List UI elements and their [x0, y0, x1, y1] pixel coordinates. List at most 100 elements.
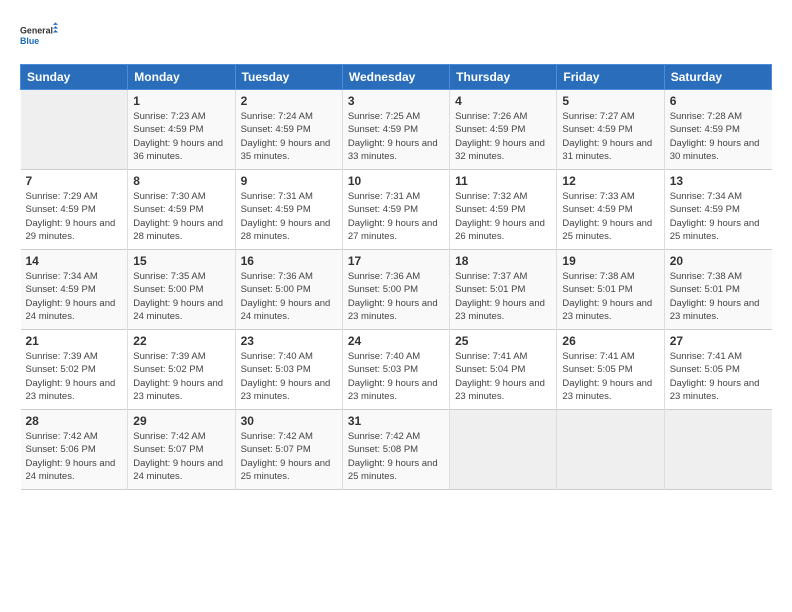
day-number: 28	[26, 414, 123, 428]
calendar-cell	[557, 410, 664, 490]
logo-svg: General Blue	[20, 16, 58, 54]
day-info: Sunrise: 7:27 AMSunset: 4:59 PMDaylight:…	[562, 111, 652, 162]
day-number: 1	[133, 94, 229, 108]
week-row-4: 21 Sunrise: 7:39 AMSunset: 5:02 PMDaylig…	[21, 330, 772, 410]
day-info: Sunrise: 7:42 AMSunset: 5:07 PMDaylight:…	[133, 431, 223, 482]
calendar-cell: 2 Sunrise: 7:24 AMSunset: 4:59 PMDayligh…	[235, 90, 342, 170]
calendar-cell: 11 Sunrise: 7:32 AMSunset: 4:59 PMDaylig…	[450, 170, 557, 250]
week-row-3: 14 Sunrise: 7:34 AMSunset: 4:59 PMDaylig…	[21, 250, 772, 330]
day-info: Sunrise: 7:31 AMSunset: 4:59 PMDaylight:…	[348, 191, 438, 242]
calendar-cell: 7 Sunrise: 7:29 AMSunset: 4:59 PMDayligh…	[21, 170, 128, 250]
day-info: Sunrise: 7:30 AMSunset: 4:59 PMDaylight:…	[133, 191, 223, 242]
svg-text:General: General	[20, 26, 53, 36]
day-number: 27	[670, 334, 767, 348]
day-info: Sunrise: 7:23 AMSunset: 4:59 PMDaylight:…	[133, 111, 223, 162]
weekday-header-saturday: Saturday	[664, 65, 771, 90]
day-number: 24	[348, 334, 444, 348]
day-info: Sunrise: 7:40 AMSunset: 5:03 PMDaylight:…	[348, 351, 438, 402]
logo: General Blue	[20, 16, 58, 54]
weekday-header-sunday: Sunday	[21, 65, 128, 90]
day-number: 5	[562, 94, 658, 108]
day-number: 22	[133, 334, 229, 348]
calendar-cell: 5 Sunrise: 7:27 AMSunset: 4:59 PMDayligh…	[557, 90, 664, 170]
day-info: Sunrise: 7:38 AMSunset: 5:01 PMDaylight:…	[562, 271, 652, 322]
day-info: Sunrise: 7:38 AMSunset: 5:01 PMDaylight:…	[670, 271, 760, 322]
day-number: 12	[562, 174, 658, 188]
day-number: 6	[670, 94, 767, 108]
day-number: 29	[133, 414, 229, 428]
calendar-cell	[664, 410, 771, 490]
day-info: Sunrise: 7:25 AMSunset: 4:59 PMDaylight:…	[348, 111, 438, 162]
weekday-header-tuesday: Tuesday	[235, 65, 342, 90]
calendar-cell: 13 Sunrise: 7:34 AMSunset: 4:59 PMDaylig…	[664, 170, 771, 250]
day-number: 17	[348, 254, 444, 268]
day-info: Sunrise: 7:39 AMSunset: 5:02 PMDaylight:…	[133, 351, 223, 402]
day-info: Sunrise: 7:24 AMSunset: 4:59 PMDaylight:…	[241, 111, 331, 162]
day-info: Sunrise: 7:36 AMSunset: 5:00 PMDaylight:…	[348, 271, 438, 322]
day-info: Sunrise: 7:42 AMSunset: 5:07 PMDaylight:…	[241, 431, 331, 482]
calendar-cell: 6 Sunrise: 7:28 AMSunset: 4:59 PMDayligh…	[664, 90, 771, 170]
day-info: Sunrise: 7:34 AMSunset: 4:59 PMDaylight:…	[670, 191, 760, 242]
calendar-cell: 14 Sunrise: 7:34 AMSunset: 4:59 PMDaylig…	[21, 250, 128, 330]
calendar-cell: 4 Sunrise: 7:26 AMSunset: 4:59 PMDayligh…	[450, 90, 557, 170]
calendar-cell: 19 Sunrise: 7:38 AMSunset: 5:01 PMDaylig…	[557, 250, 664, 330]
calendar-cell	[450, 410, 557, 490]
day-number: 15	[133, 254, 229, 268]
calendar-cell: 3 Sunrise: 7:25 AMSunset: 4:59 PMDayligh…	[342, 90, 449, 170]
weekday-header-thursday: Thursday	[450, 65, 557, 90]
day-number: 25	[455, 334, 551, 348]
day-info: Sunrise: 7:41 AMSunset: 5:05 PMDaylight:…	[670, 351, 760, 402]
main-container: General Blue SundayMondayTuesdayWednesda…	[0, 0, 792, 500]
svg-text:Blue: Blue	[20, 36, 39, 46]
day-info: Sunrise: 7:29 AMSunset: 4:59 PMDaylight:…	[26, 191, 116, 242]
day-number: 20	[670, 254, 767, 268]
day-number: 30	[241, 414, 337, 428]
calendar-cell: 23 Sunrise: 7:40 AMSunset: 5:03 PMDaylig…	[235, 330, 342, 410]
day-number: 7	[26, 174, 123, 188]
day-number: 21	[26, 334, 123, 348]
calendar-table: SundayMondayTuesdayWednesdayThursdayFrid…	[20, 64, 772, 490]
day-number: 9	[241, 174, 337, 188]
day-number: 11	[455, 174, 551, 188]
day-number: 8	[133, 174, 229, 188]
calendar-cell: 29 Sunrise: 7:42 AMSunset: 5:07 PMDaylig…	[128, 410, 235, 490]
calendar-cell: 27 Sunrise: 7:41 AMSunset: 5:05 PMDaylig…	[664, 330, 771, 410]
calendar-cell: 22 Sunrise: 7:39 AMSunset: 5:02 PMDaylig…	[128, 330, 235, 410]
day-info: Sunrise: 7:31 AMSunset: 4:59 PMDaylight:…	[241, 191, 331, 242]
day-number: 3	[348, 94, 444, 108]
calendar-cell: 25 Sunrise: 7:41 AMSunset: 5:04 PMDaylig…	[450, 330, 557, 410]
day-info: Sunrise: 7:26 AMSunset: 4:59 PMDaylight:…	[455, 111, 545, 162]
day-number: 23	[241, 334, 337, 348]
calendar-cell: 18 Sunrise: 7:37 AMSunset: 5:01 PMDaylig…	[450, 250, 557, 330]
weekday-header-friday: Friday	[557, 65, 664, 90]
calendar-cell: 30 Sunrise: 7:42 AMSunset: 5:07 PMDaylig…	[235, 410, 342, 490]
week-row-5: 28 Sunrise: 7:42 AMSunset: 5:06 PMDaylig…	[21, 410, 772, 490]
calendar-cell: 9 Sunrise: 7:31 AMSunset: 4:59 PMDayligh…	[235, 170, 342, 250]
header: General Blue	[20, 16, 772, 54]
day-info: Sunrise: 7:33 AMSunset: 4:59 PMDaylight:…	[562, 191, 652, 242]
day-number: 31	[348, 414, 444, 428]
day-info: Sunrise: 7:37 AMSunset: 5:01 PMDaylight:…	[455, 271, 545, 322]
calendar-cell: 16 Sunrise: 7:36 AMSunset: 5:00 PMDaylig…	[235, 250, 342, 330]
day-info: Sunrise: 7:39 AMSunset: 5:02 PMDaylight:…	[26, 351, 116, 402]
calendar-cell: 12 Sunrise: 7:33 AMSunset: 4:59 PMDaylig…	[557, 170, 664, 250]
calendar-cell: 1 Sunrise: 7:23 AMSunset: 4:59 PMDayligh…	[128, 90, 235, 170]
day-number: 16	[241, 254, 337, 268]
calendar-cell: 20 Sunrise: 7:38 AMSunset: 5:01 PMDaylig…	[664, 250, 771, 330]
weekday-header-wednesday: Wednesday	[342, 65, 449, 90]
calendar-cell: 17 Sunrise: 7:36 AMSunset: 5:00 PMDaylig…	[342, 250, 449, 330]
weekday-header-monday: Monday	[128, 65, 235, 90]
day-number: 2	[241, 94, 337, 108]
weekday-header-row: SundayMondayTuesdayWednesdayThursdayFrid…	[21, 65, 772, 90]
calendar-cell: 10 Sunrise: 7:31 AMSunset: 4:59 PMDaylig…	[342, 170, 449, 250]
calendar-cell: 21 Sunrise: 7:39 AMSunset: 5:02 PMDaylig…	[21, 330, 128, 410]
day-info: Sunrise: 7:32 AMSunset: 4:59 PMDaylight:…	[455, 191, 545, 242]
calendar-cell: 28 Sunrise: 7:42 AMSunset: 5:06 PMDaylig…	[21, 410, 128, 490]
calendar-cell: 24 Sunrise: 7:40 AMSunset: 5:03 PMDaylig…	[342, 330, 449, 410]
day-number: 10	[348, 174, 444, 188]
day-number: 13	[670, 174, 767, 188]
day-info: Sunrise: 7:42 AMSunset: 5:08 PMDaylight:…	[348, 431, 438, 482]
day-info: Sunrise: 7:28 AMSunset: 4:59 PMDaylight:…	[670, 111, 760, 162]
day-number: 26	[562, 334, 658, 348]
day-number: 19	[562, 254, 658, 268]
